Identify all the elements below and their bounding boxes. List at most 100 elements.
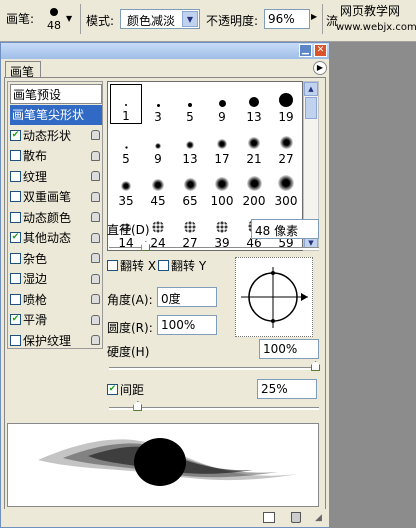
lock-icon[interactable] [91,130,100,140]
brush-label: 画笔: [6,12,35,26]
brush-tip-cell[interactable]: 45 [142,168,174,208]
checkbox-box[interactable] [158,260,169,271]
scroll-thumb[interactable] [305,97,317,119]
brush-dropdown-icon[interactable]: ▼ [66,14,72,23]
checkbox-box[interactable] [10,211,21,223]
angle-input[interactable]: 0度 [157,287,217,307]
checkbox-box[interactable]: ✔ [10,129,21,141]
angle-roundness-widget[interactable] [235,257,313,337]
panel-menu-icon[interactable]: ▶ [313,61,327,75]
brush-tip-cell[interactable]: 27 [174,210,206,250]
mode-select[interactable]: 颜色减淡 ▼ [120,9,200,29]
brush-tip-cell[interactable]: 39 [206,210,238,250]
brush-option-item[interactable]: 杂色 [10,248,102,268]
checkbox-box[interactable]: ✔ [107,384,118,395]
diameter-input[interactable]: 48 像素 [251,219,319,239]
opacity-input[interactable]: 96% [264,9,310,29]
lock-icon[interactable] [91,273,100,284]
diameter-slider[interactable] [109,247,319,250]
brush-tip-cell[interactable]: 300 [270,168,302,208]
checkbox-box[interactable] [10,293,21,305]
brush-tip-cell[interactable]: 100 [206,168,238,208]
checkbox-box[interactable] [10,273,21,284]
brush-tip-size: 17 [214,152,230,166]
lock-icon[interactable] [91,294,100,304]
flip-y-checkbox[interactable]: 翻转 Y [158,257,206,274]
brush-tip-cell[interactable]: 5 [174,84,206,124]
lock-icon[interactable] [91,191,100,202]
brush-tip-cell[interactable]: 9 [206,84,238,124]
brush-tip-cell[interactable]: 200 [238,168,270,208]
checkbox-box[interactable] [10,170,21,182]
brush-tip-cell[interactable]: 13 [174,126,206,166]
brush-tip-cell[interactable]: 21 [238,126,270,166]
hardness-input[interactable]: 100% [259,339,319,359]
stroke-preview-image [38,438,298,486]
brush-tip-cell[interactable]: 9 [142,126,174,166]
hardness-slider[interactable] [109,367,319,370]
chevron-down-icon[interactable]: ▼ [182,11,198,27]
brush-tip-cell[interactable]: 35 [110,168,142,208]
brush-option-item[interactable]: ✔ 其他动态 [10,228,102,248]
scroll-up-icon[interactable]: ▲ [304,82,318,96]
resize-grip-icon[interactable]: ◢ [315,513,322,523]
brush-option-item[interactable]: 纹理 [10,166,102,186]
checkbox-box[interactable]: ✔ [10,232,21,243]
brush-tip-cell[interactable]: 27 [270,126,302,166]
brush-option-label: 画笔笔尖形状 [12,108,85,122]
angle-compass-icon [241,267,308,328]
opacity-arrow-icon[interactable]: ▶ [311,12,317,21]
brush-tip-size: 5 [122,152,130,166]
lock-icon[interactable] [91,150,100,161]
diameter-value: 48 像素 [255,224,299,238]
brush-option-item[interactable]: 喷枪 [10,289,102,309]
brush-tip-size: 45 [150,194,166,208]
minimize-icon[interactable]: ▁ [299,44,312,57]
flip-x-checkbox[interactable]: 翻转 X [107,257,156,274]
brush-option-item[interactable]: 湿边 [10,269,102,289]
brush-picker[interactable]: 48 [40,4,68,36]
brush-option-label: 其他动态 [23,231,72,245]
brush-tip-cell[interactable]: 65 [174,168,206,208]
brushes-panel: ▁ ✕ 画笔 ▶ 画笔预设 画笔笔尖形状 ✔ 动态形状 散布 纹理 双重画笔 动态颜色 ✔ 其他动… [0,42,330,528]
brush-option-item[interactable]: 双重画笔 [10,187,102,207]
brush-tip-size: 35 [118,194,134,208]
tab-brushes[interactable]: 画笔 [5,61,41,79]
brush-tip-cell[interactable]: 19 [270,84,302,124]
brush-tip-cell[interactable]: 5 [110,126,142,166]
spacing-checkbox[interactable]: ✔ 间距 [107,381,144,398]
brush-tip-cell[interactable]: 17 [206,126,238,166]
brush-option-item[interactable]: 保护纹理 [10,330,102,350]
panel-titlebar[interactable]: ▁ ✕ [1,43,329,59]
brush-option-item[interactable]: 画笔笔尖形状 [10,104,102,125]
lock-icon[interactable] [91,212,100,222]
brush-tip-preview-icon [216,221,228,233]
brush-option-item[interactable]: 动态颜色 [10,207,102,227]
brush-tip-cell[interactable]: 1 [110,84,142,124]
new-brush-icon[interactable] [263,512,275,523]
trash-icon[interactable] [291,512,301,523]
checkbox-box[interactable] [10,252,21,264]
lock-icon[interactable] [91,314,100,325]
checkbox-box[interactable] [107,260,118,271]
brush-option-item[interactable]: ✔ 平滑 [10,310,102,330]
flip-x-label: 翻转 X [120,259,157,273]
brush-option-label: 纹理 [23,169,48,184]
brush-tip-cell[interactable]: 13 [238,84,270,124]
brush-option-item[interactable]: ✔ 动态形状 [10,125,102,145]
checkbox-box[interactable] [10,150,21,161]
spacing-input[interactable]: 25% [257,379,317,399]
lock-icon[interactable] [91,253,100,263]
lock-icon[interactable] [91,335,100,345]
lock-icon[interactable] [91,232,100,243]
checkbox-box[interactable]: ✔ [10,314,21,325]
roundness-input[interactable]: 100% [157,315,217,335]
brush-option-item[interactable]: 散布 [10,146,102,166]
checkbox-box[interactable] [10,191,21,202]
close-icon[interactable]: ✕ [314,44,327,57]
checkbox-box[interactable] [10,334,21,346]
brush-option-item[interactable]: 画笔预设 [10,84,102,104]
lock-icon[interactable] [91,171,100,181]
brush-tip-size: 300 [274,194,298,208]
brush-tip-cell[interactable]: 3 [142,84,174,124]
